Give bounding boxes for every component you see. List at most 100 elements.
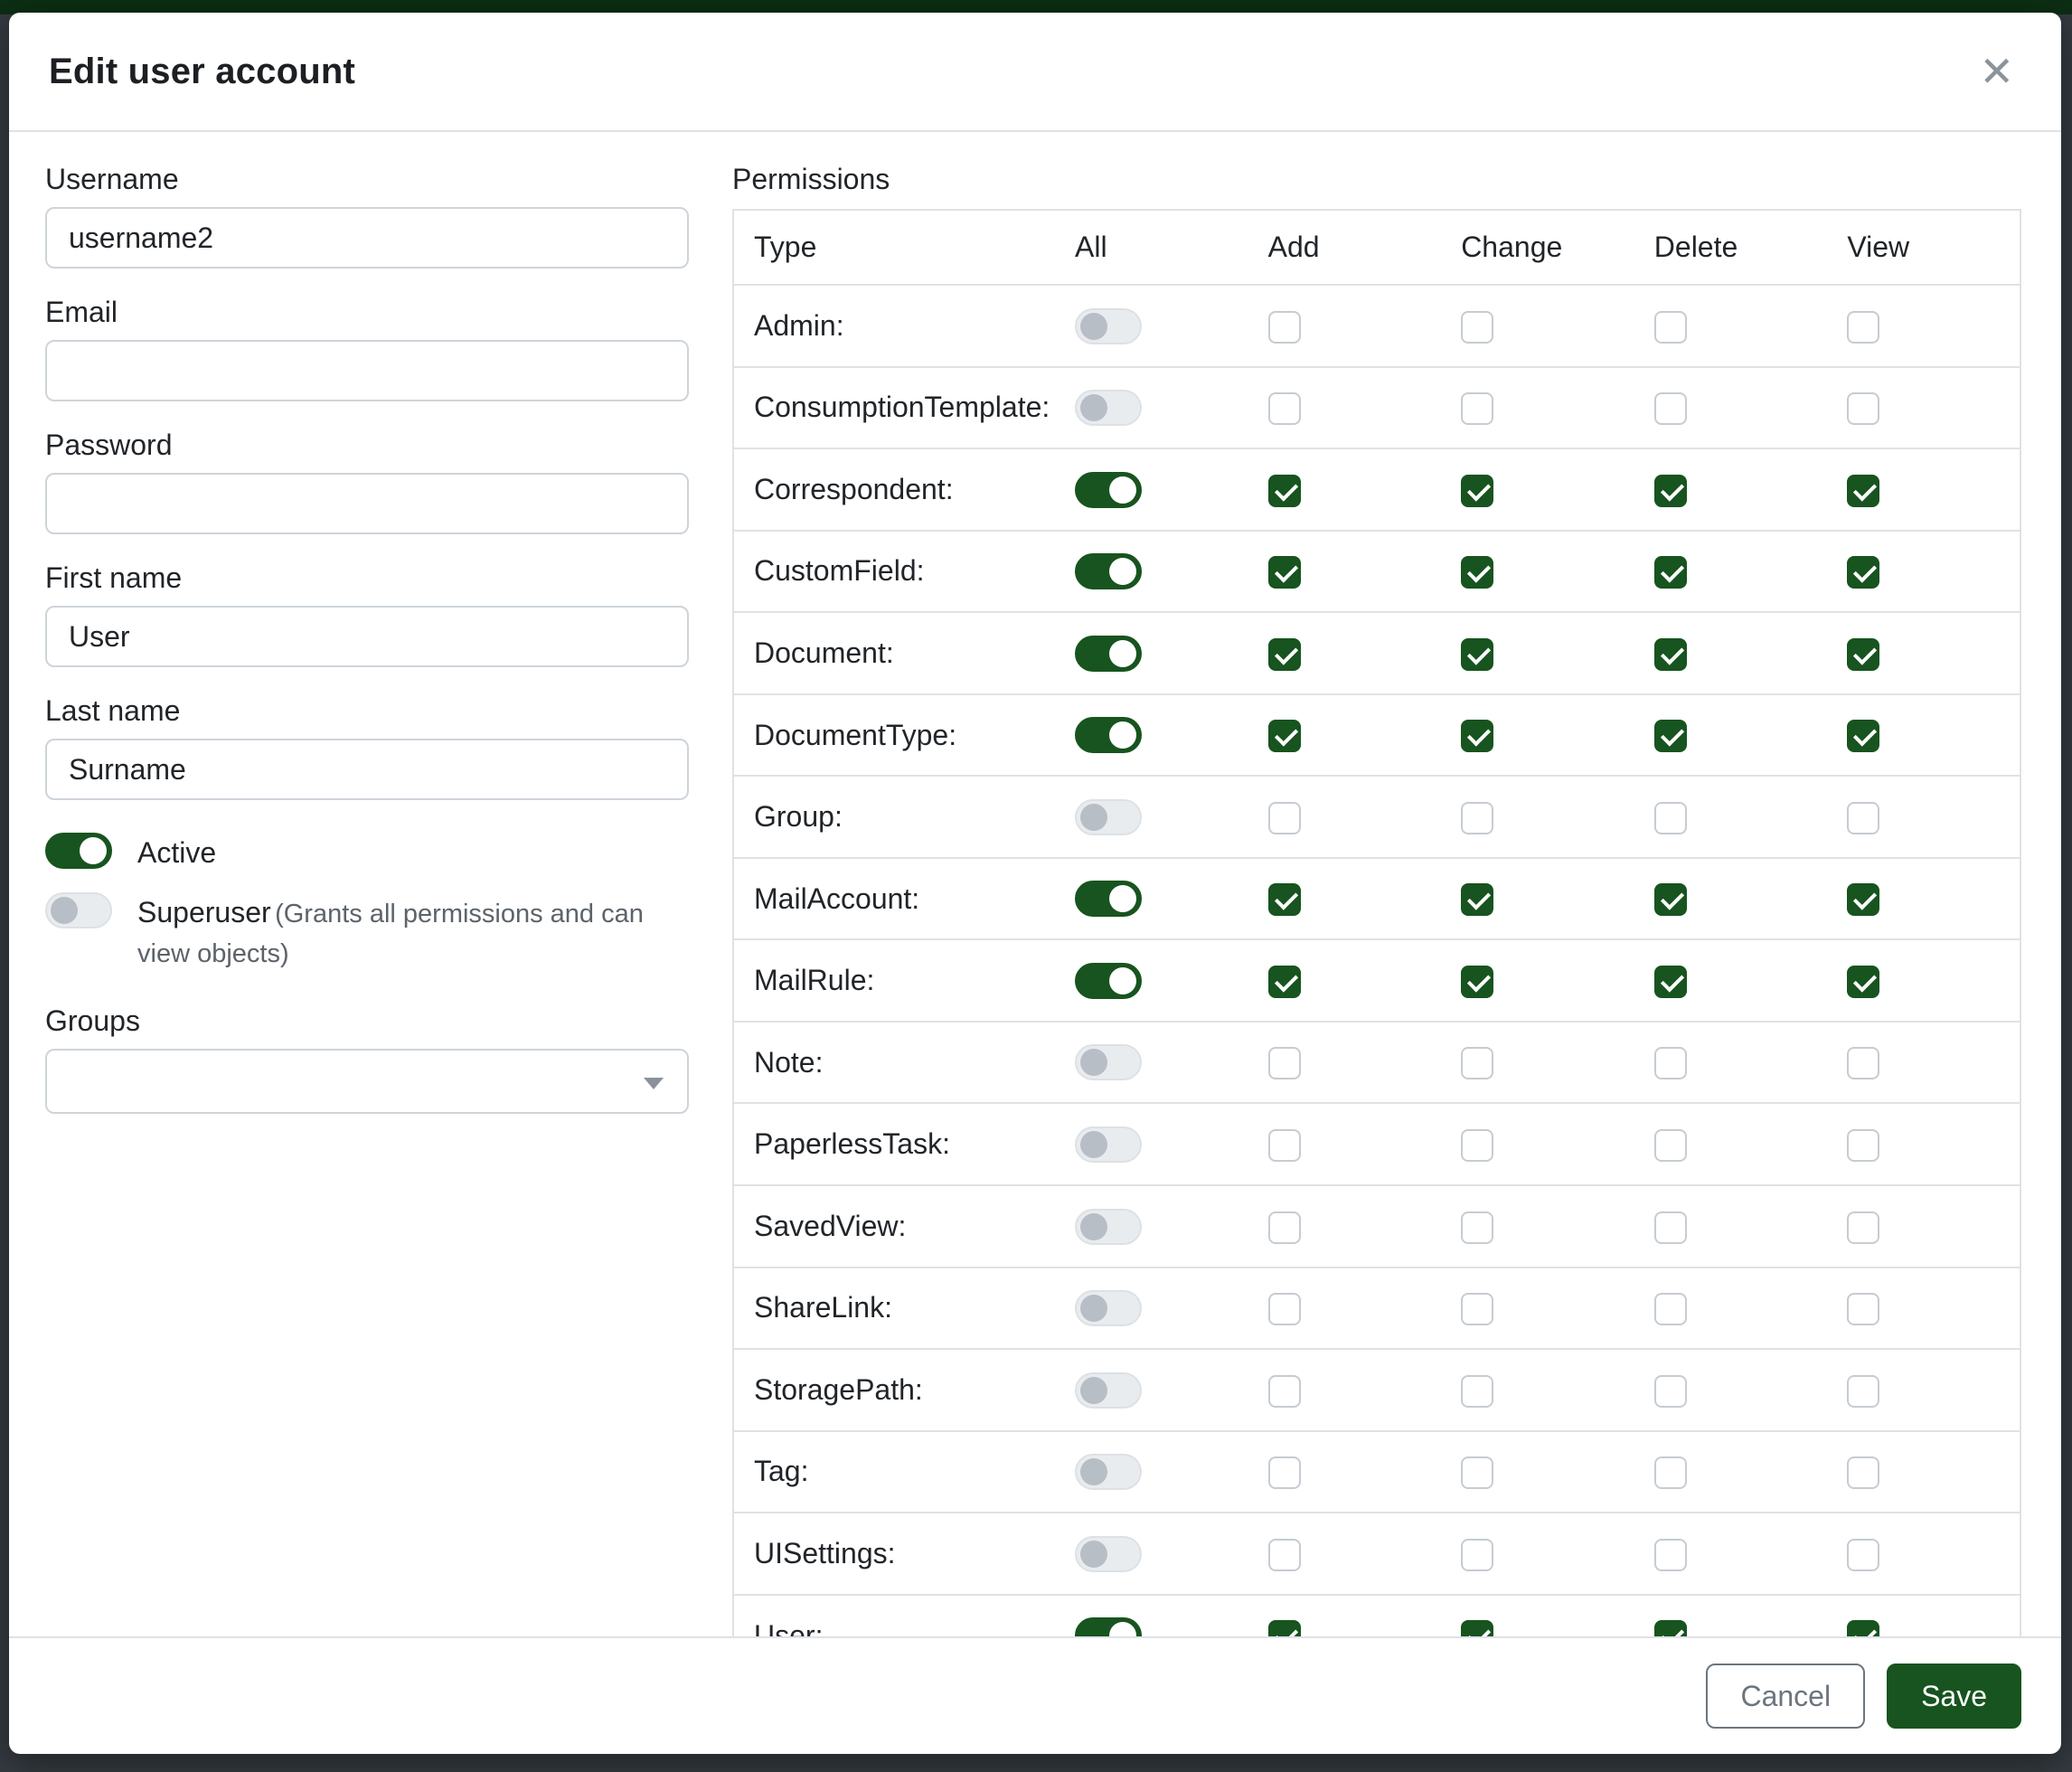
permission-delete-checkbox[interactable]: [1654, 1047, 1687, 1079]
permission-change-checkbox[interactable]: [1461, 556, 1493, 589]
username-input[interactable]: [45, 207, 689, 269]
permission-delete-checkbox[interactable]: [1654, 802, 1687, 834]
permission-view-checkbox[interactable]: [1847, 802, 1879, 834]
permission-add-checkbox[interactable]: [1268, 1293, 1301, 1325]
permission-all-toggle[interactable]: [1075, 1372, 1142, 1409]
permission-change-checkbox[interactable]: [1461, 475, 1493, 507]
permission-delete-checkbox[interactable]: [1654, 1375, 1687, 1408]
last-name-input[interactable]: [45, 739, 689, 800]
superuser-toggle[interactable]: [45, 892, 112, 928]
permission-add-checkbox[interactable]: [1268, 475, 1301, 507]
permission-all-toggle[interactable]: [1075, 472, 1142, 508]
permission-all-toggle[interactable]: [1075, 963, 1142, 999]
permission-add-checkbox[interactable]: [1268, 1375, 1301, 1408]
permission-change-checkbox[interactable]: [1461, 1293, 1493, 1325]
permission-change-checkbox[interactable]: [1461, 638, 1493, 671]
permission-delete-checkbox[interactable]: [1654, 966, 1687, 998]
permission-view-checkbox[interactable]: [1847, 638, 1879, 671]
permission-change-checkbox[interactable]: [1461, 1539, 1493, 1571]
permission-add-checkbox[interactable]: [1268, 1620, 1301, 1635]
permission-all-toggle[interactable]: [1075, 308, 1142, 344]
groups-select[interactable]: [45, 1049, 689, 1114]
save-button[interactable]: Save: [1887, 1664, 2021, 1729]
permission-change-checkbox[interactable]: [1461, 883, 1493, 916]
permission-all-toggle[interactable]: [1075, 553, 1142, 589]
permission-change-checkbox[interactable]: [1461, 966, 1493, 998]
permission-view-checkbox[interactable]: [1847, 1047, 1879, 1079]
permission-change-checkbox[interactable]: [1461, 1211, 1493, 1244]
permission-delete-checkbox[interactable]: [1654, 883, 1687, 916]
permission-add-checkbox[interactable]: [1268, 392, 1301, 425]
permission-change-checkbox[interactable]: [1461, 311, 1493, 344]
permission-all-toggle[interactable]: [1075, 717, 1142, 753]
permission-delete-checkbox[interactable]: [1654, 556, 1687, 589]
toggle-knob: [1109, 640, 1136, 667]
permission-all-toggle[interactable]: [1075, 390, 1142, 426]
permission-type-label: MailRule:: [754, 964, 874, 996]
permission-change-checkbox[interactable]: [1461, 720, 1493, 752]
permission-view-checkbox[interactable]: [1847, 1456, 1879, 1489]
permissions-label: Permissions: [732, 163, 2021, 196]
permission-delete-checkbox[interactable]: [1654, 311, 1687, 344]
permission-view-checkbox[interactable]: [1847, 883, 1879, 916]
permission-view-checkbox[interactable]: [1847, 1129, 1879, 1162]
permission-add-checkbox[interactable]: [1268, 1047, 1301, 1079]
permission-type-label: Admin:: [754, 309, 844, 342]
permission-change-checkbox[interactable]: [1461, 802, 1493, 834]
permission-change-checkbox[interactable]: [1461, 1129, 1493, 1162]
permission-add-checkbox[interactable]: [1268, 1456, 1301, 1489]
permission-all-toggle[interactable]: [1075, 1209, 1142, 1245]
permission-add-checkbox[interactable]: [1268, 311, 1301, 344]
permission-view-checkbox[interactable]: [1847, 1211, 1879, 1244]
permission-add-checkbox[interactable]: [1268, 966, 1301, 998]
permission-all-toggle[interactable]: [1075, 1617, 1142, 1635]
permission-add-checkbox[interactable]: [1268, 720, 1301, 752]
permission-view-checkbox[interactable]: [1847, 1620, 1879, 1635]
permission-delete-checkbox[interactable]: [1654, 1129, 1687, 1162]
permission-add-checkbox[interactable]: [1268, 1539, 1301, 1571]
permission-change-checkbox[interactable]: [1461, 392, 1493, 425]
permission-delete-checkbox[interactable]: [1654, 1211, 1687, 1244]
permission-change-checkbox[interactable]: [1461, 1375, 1493, 1408]
cancel-button[interactable]: Cancel: [1706, 1664, 1865, 1729]
permission-view-checkbox[interactable]: [1847, 966, 1879, 998]
permission-add-checkbox[interactable]: [1268, 883, 1301, 916]
permission-all-toggle[interactable]: [1075, 1454, 1142, 1490]
permission-all-toggle[interactable]: [1075, 1044, 1142, 1080]
permission-change-checkbox[interactable]: [1461, 1620, 1493, 1635]
password-input[interactable]: [45, 473, 689, 534]
permission-view-checkbox[interactable]: [1847, 1375, 1879, 1408]
permission-delete-checkbox[interactable]: [1654, 1539, 1687, 1571]
permission-all-toggle[interactable]: [1075, 799, 1142, 835]
permission-delete-checkbox[interactable]: [1654, 638, 1687, 671]
permission-delete-checkbox[interactable]: [1654, 1456, 1687, 1489]
permission-view-checkbox[interactable]: [1847, 720, 1879, 752]
permission-all-toggle[interactable]: [1075, 636, 1142, 672]
permission-change-checkbox[interactable]: [1461, 1047, 1493, 1079]
permission-add-checkbox[interactable]: [1268, 1211, 1301, 1244]
email-input[interactable]: [45, 340, 689, 401]
permission-view-checkbox[interactable]: [1847, 311, 1879, 344]
permission-delete-checkbox[interactable]: [1654, 475, 1687, 507]
permission-all-toggle[interactable]: [1075, 1536, 1142, 1572]
first-name-input[interactable]: [45, 606, 689, 667]
active-toggle[interactable]: [45, 833, 112, 869]
permission-add-checkbox[interactable]: [1268, 556, 1301, 589]
permission-view-checkbox[interactable]: [1847, 1293, 1879, 1325]
permission-delete-checkbox[interactable]: [1654, 720, 1687, 752]
permission-view-checkbox[interactable]: [1847, 1539, 1879, 1571]
permission-view-checkbox[interactable]: [1847, 556, 1879, 589]
permission-add-checkbox[interactable]: [1268, 1129, 1301, 1162]
permission-view-checkbox[interactable]: [1847, 392, 1879, 425]
close-button[interactable]: ✕: [1972, 43, 2021, 99]
permission-delete-checkbox[interactable]: [1654, 1293, 1687, 1325]
permission-add-checkbox[interactable]: [1268, 638, 1301, 671]
permission-add-checkbox[interactable]: [1268, 802, 1301, 834]
permission-all-toggle[interactable]: [1075, 881, 1142, 917]
permission-delete-checkbox[interactable]: [1654, 392, 1687, 425]
permission-all-toggle[interactable]: [1075, 1126, 1142, 1163]
permission-delete-checkbox[interactable]: [1654, 1620, 1687, 1635]
permission-change-checkbox[interactable]: [1461, 1456, 1493, 1489]
permission-view-checkbox[interactable]: [1847, 475, 1879, 507]
permission-all-toggle[interactable]: [1075, 1290, 1142, 1326]
